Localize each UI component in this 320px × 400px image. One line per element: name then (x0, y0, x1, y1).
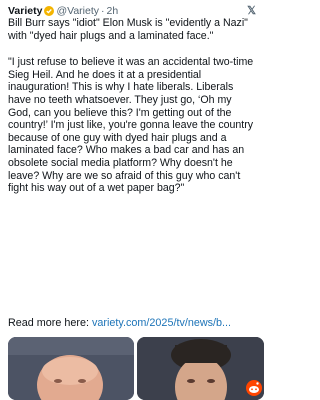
author-name[interactable]: Variety (8, 5, 42, 17)
separator-dot: · (101, 5, 105, 17)
media-image-left[interactable] (8, 337, 134, 400)
media-image-right[interactable] (137, 337, 264, 400)
x-logo-icon[interactable]: 𝕏 (247, 4, 256, 17)
verified-badge-icon (44, 6, 55, 16)
post-text: Bill Burr says "idiot" Elon Musk is "evi… (8, 17, 256, 195)
bald-man-photo (8, 337, 134, 400)
post-media (8, 337, 264, 400)
read-more-line: Read more here: variety.com/2025/tv/news… (8, 317, 264, 329)
dark-haired-man-photo (137, 337, 264, 400)
read-more-label: Read more here: (8, 317, 90, 329)
post-time[interactable]: 2h (107, 5, 119, 17)
post-header: Variety @Variety · 2h 𝕏 (8, 4, 258, 18)
reddit-snoo-icon (246, 380, 262, 396)
post-headline: Bill Burr says "idiot" Elon Musk is "evi… (8, 17, 248, 42)
article-link[interactable]: variety.com/2025/tv/news/b... (92, 317, 231, 329)
author-handle[interactable]: @Variety (56, 5, 99, 17)
post-quote: "I just refuse to believe it was an acci… (8, 56, 254, 195)
